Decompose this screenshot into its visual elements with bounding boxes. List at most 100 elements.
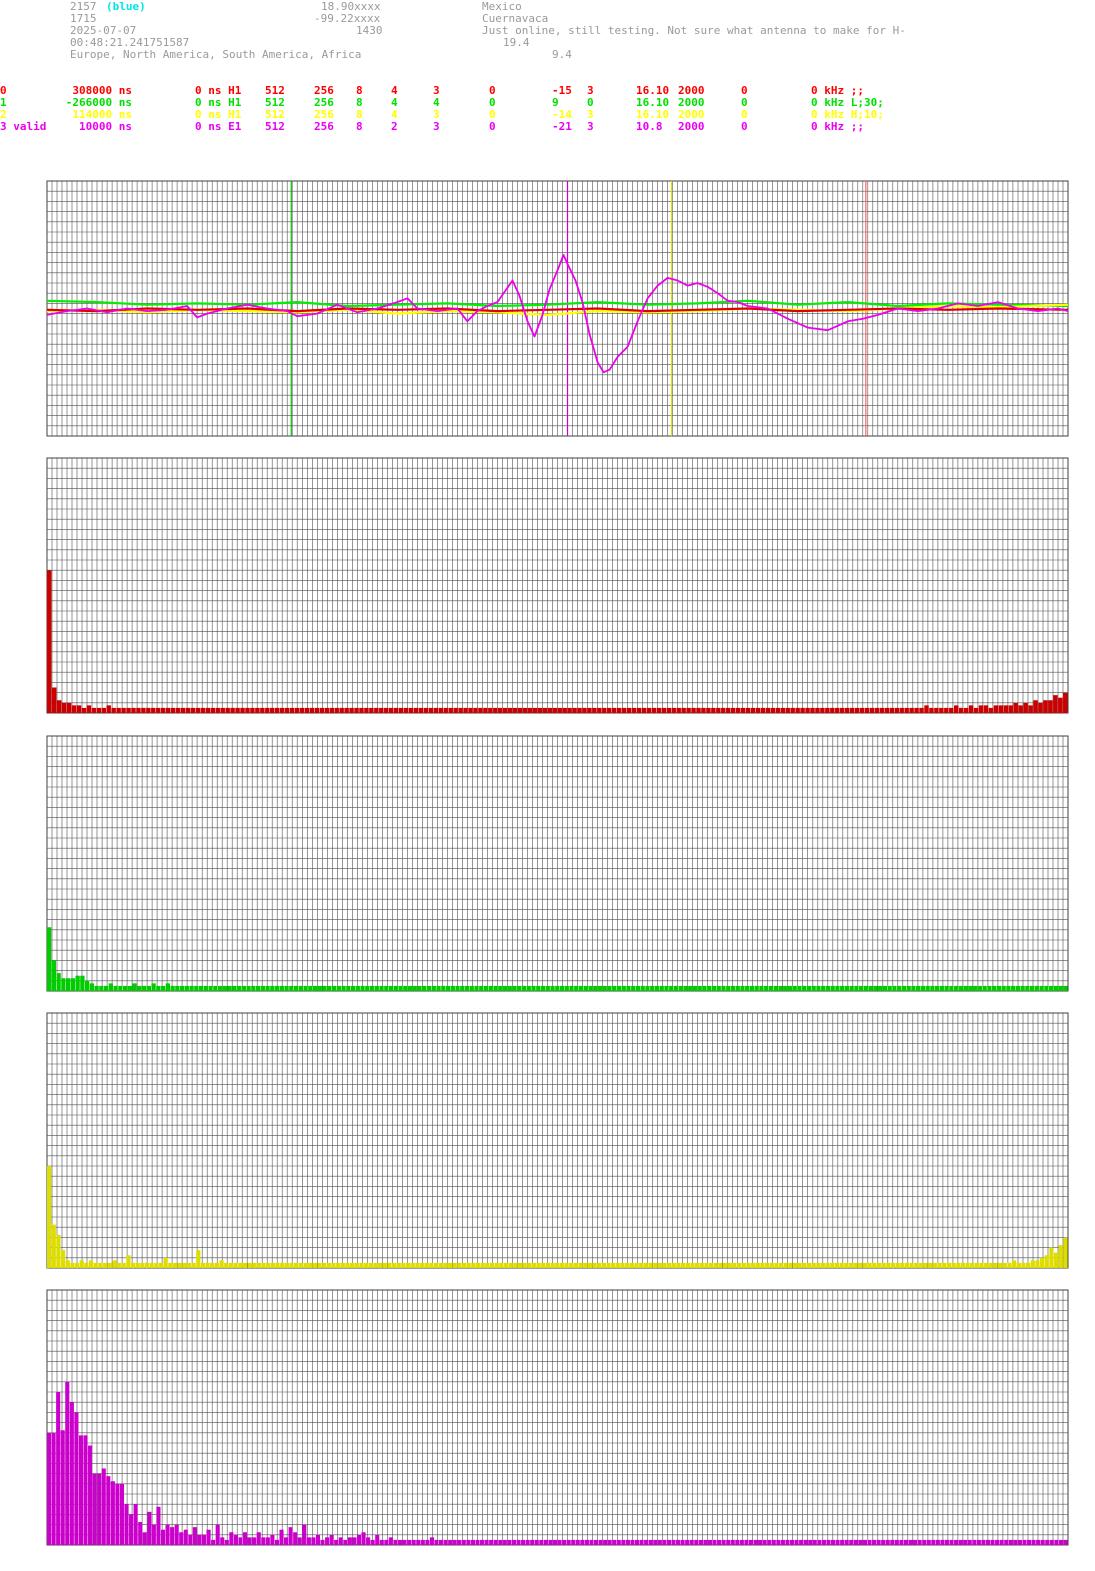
bar	[51, 960, 57, 991]
bar	[653, 1262, 658, 1268]
bar	[382, 1262, 387, 1268]
bar	[184, 985, 189, 991]
bar	[735, 707, 741, 713]
bar	[899, 707, 904, 713]
bar	[540, 985, 546, 991]
bar	[775, 707, 781, 713]
bar	[559, 985, 565, 991]
bar	[461, 1262, 467, 1268]
bar	[789, 1539, 795, 1545]
bar	[289, 1262, 294, 1268]
bar	[403, 985, 408, 991]
bar	[612, 1539, 617, 1545]
bar	[81, 707, 87, 713]
bar	[712, 1539, 717, 1545]
bar	[365, 985, 370, 991]
bar	[243, 1532, 248, 1545]
bar	[644, 1539, 649, 1545]
bar	[993, 1262, 998, 1268]
bar	[876, 1262, 882, 1268]
bar	[275, 1262, 280, 1268]
bar	[968, 705, 974, 713]
bar	[312, 1262, 317, 1268]
bar	[906, 985, 911, 991]
bar	[1038, 702, 1043, 713]
bar	[196, 1250, 201, 1268]
bar	[816, 985, 821, 991]
bar	[480, 1262, 485, 1268]
bar	[436, 985, 441, 991]
bar	[736, 1262, 742, 1268]
bar	[863, 985, 869, 991]
bar	[1048, 700, 1053, 713]
bar	[996, 985, 1002, 991]
bar	[676, 1262, 681, 1268]
bar	[932, 1262, 937, 1268]
bar	[416, 1539, 421, 1545]
bar	[645, 985, 650, 991]
bar	[341, 985, 346, 991]
bar	[498, 985, 503, 991]
bar	[954, 1539, 959, 1545]
bar	[450, 985, 455, 991]
bar	[1023, 702, 1028, 713]
bar	[840, 1539, 845, 1545]
bar	[111, 707, 116, 713]
bar	[252, 1262, 257, 1268]
bar	[452, 1539, 457, 1545]
bar	[811, 1262, 816, 1268]
bar	[531, 1262, 537, 1268]
bar	[110, 1481, 115, 1545]
bar	[107, 1262, 112, 1268]
bar	[56, 1392, 61, 1545]
bar	[762, 1539, 767, 1545]
bar	[567, 707, 572, 713]
bar	[200, 1262, 206, 1268]
bar	[479, 985, 484, 991]
bar	[457, 1262, 462, 1268]
bar	[666, 1539, 671, 1545]
chart-grid	[46, 735, 1069, 992]
channel-cell: 0	[741, 120, 748, 133]
bar	[65, 1381, 70, 1545]
bar	[210, 1262, 215, 1268]
bar	[758, 1539, 763, 1545]
bar	[839, 1262, 844, 1268]
bar	[539, 1539, 544, 1545]
bar	[289, 707, 295, 713]
bar	[588, 985, 593, 991]
bar	[350, 985, 356, 991]
bar	[532, 707, 538, 713]
bar	[999, 1539, 1004, 1545]
bar	[640, 985, 645, 991]
bar	[352, 1537, 357, 1545]
bar	[266, 1262, 271, 1268]
channel-cell: 2	[391, 120, 398, 133]
bar	[319, 707, 325, 713]
bar	[806, 985, 812, 991]
bar	[776, 1539, 781, 1545]
bar	[648, 1262, 653, 1268]
bar	[593, 1539, 599, 1545]
bar	[108, 983, 113, 991]
bar	[923, 1262, 928, 1268]
bar	[990, 1539, 995, 1545]
bar	[1012, 1260, 1017, 1268]
bar	[881, 1262, 886, 1268]
channel-cell: 10.8	[636, 120, 663, 133]
bar	[983, 705, 989, 713]
bar	[521, 985, 527, 991]
bar	[578, 985, 584, 991]
bar	[840, 985, 845, 991]
bar	[790, 707, 795, 713]
bar	[206, 1529, 211, 1545]
bar	[853, 1539, 858, 1545]
bar	[1049, 1539, 1054, 1545]
bar	[83, 1435, 88, 1545]
bar	[142, 1532, 147, 1545]
bar	[527, 707, 533, 713]
bar	[1039, 985, 1044, 991]
bar	[507, 707, 513, 713]
bar	[309, 707, 315, 713]
bar	[970, 1262, 975, 1268]
